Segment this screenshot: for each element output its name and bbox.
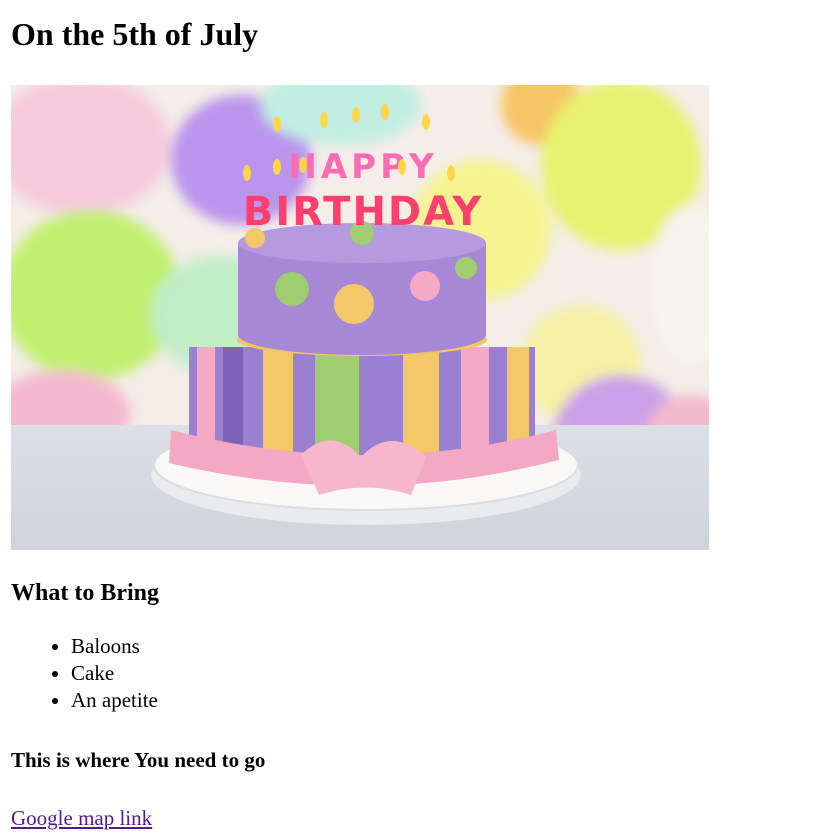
google-map-link[interactable]: Google map link xyxy=(11,805,152,831)
list-item: Baloons xyxy=(71,633,805,660)
bring-list: Baloons Cake An apetite xyxy=(11,608,805,714)
candle-happy: HAPPY xyxy=(288,147,437,187)
page-title: On the 5th of July xyxy=(11,16,259,52)
page: On the 5th of July HAPPY BIRTHDAY What t… xyxy=(0,0,816,831)
directions-heading: This is where You need to go xyxy=(11,748,266,772)
birthday-cake-image: HAPPY BIRTHDAY xyxy=(11,85,709,550)
list-item: Cake xyxy=(71,660,805,687)
what-to-bring-heading: What to Bring xyxy=(11,580,160,606)
list-item: An apetite xyxy=(71,687,805,714)
candle-birthday: BIRTHDAY xyxy=(243,189,483,235)
